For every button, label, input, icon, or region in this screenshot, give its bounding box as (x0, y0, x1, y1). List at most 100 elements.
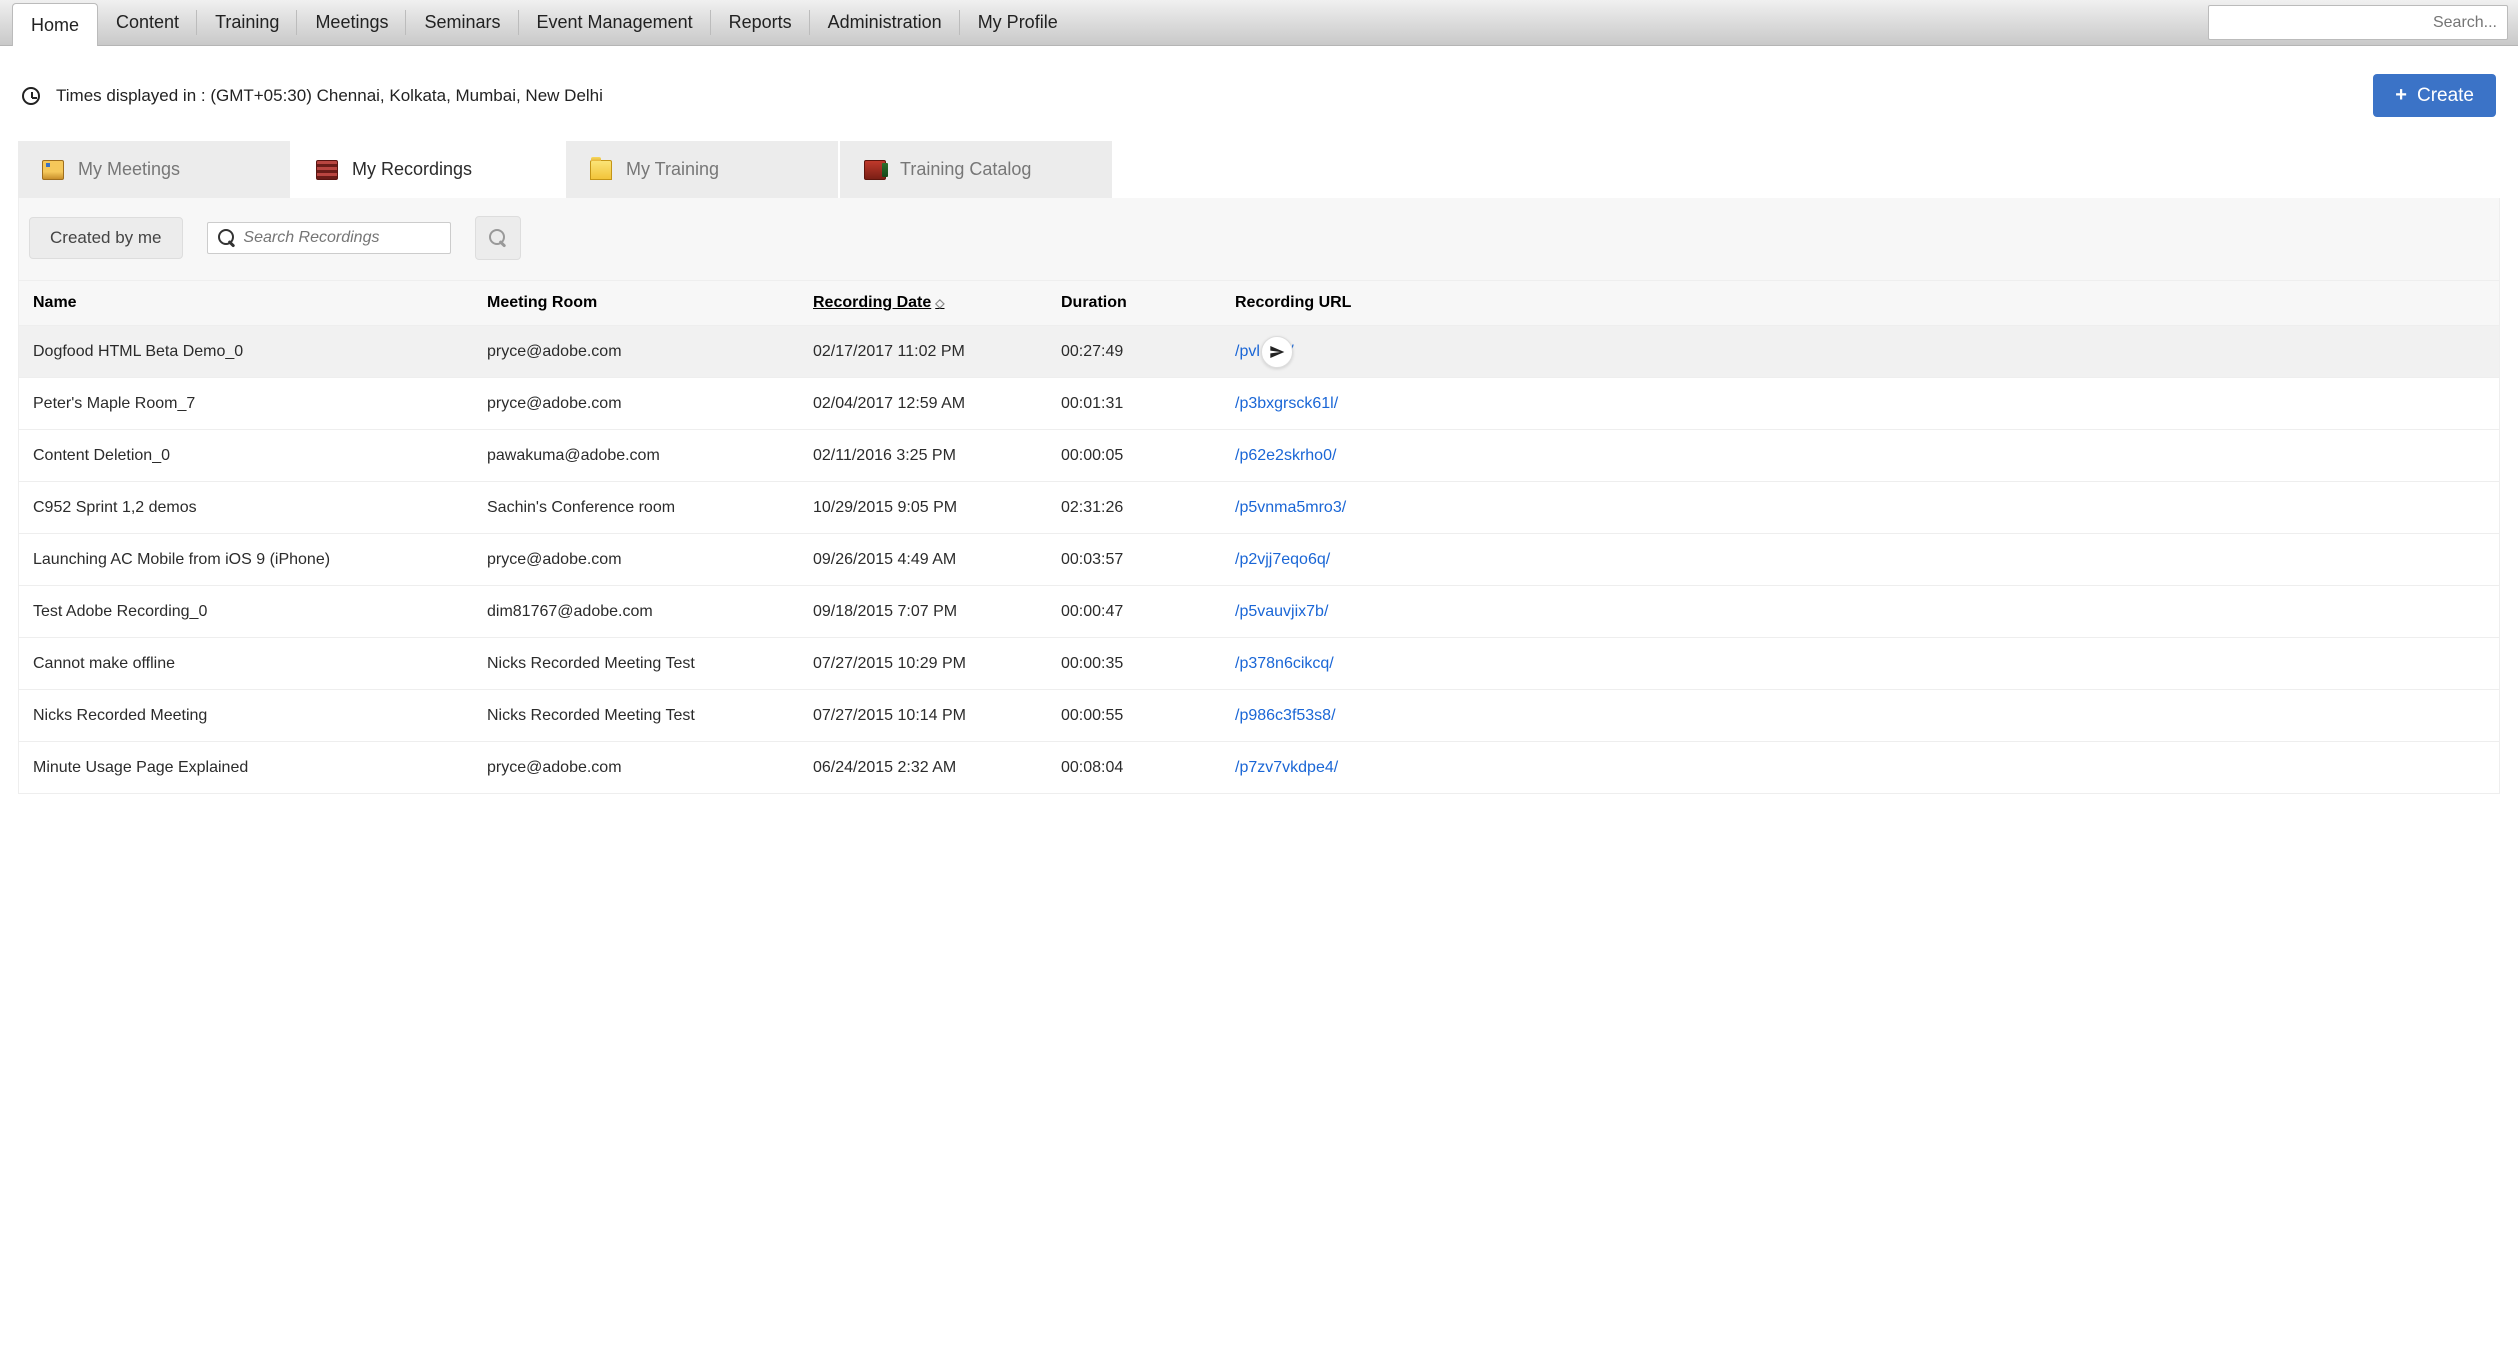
table-header: Name Meeting Room Recording Date ◇ Durat… (19, 281, 2499, 325)
training-icon (590, 160, 612, 180)
recording-url-link[interactable]: /p7zv7vkdpe4/ (1235, 759, 1338, 776)
recordings-table: Name Meeting Room Recording Date ◇ Durat… (18, 281, 2500, 794)
cell-duration: 00:08:04 (1061, 759, 1235, 777)
meetings-icon (42, 160, 64, 180)
tab-label: My Recordings (352, 159, 472, 180)
nav-item-seminars[interactable]: Seminars (406, 0, 518, 45)
cell-recording-url: /p378n6cikcq/ (1235, 655, 2485, 673)
cell-duration: 00:03:57 (1061, 551, 1235, 569)
cell-duration: 00:00:35 (1061, 655, 1235, 673)
recordings-search-wrap (207, 222, 451, 254)
paper-plane-icon (1269, 344, 1285, 360)
top-nav-items: HomeContentTrainingMeetingsSeminarsEvent… (0, 0, 1076, 45)
clock-icon (22, 87, 40, 105)
cell-recording-date: 09/18/2015 7:07 PM (813, 603, 1061, 621)
cell-duration: 00:00:55 (1061, 707, 1235, 725)
recording-url-link[interactable]: /p378n6cikcq/ (1235, 655, 1334, 672)
nav-item-training[interactable]: Training (197, 0, 297, 45)
cell-recording-url: /pvl oitx/ (1235, 343, 2485, 361)
cell-meeting-room: Nicks Recorded Meeting Test (487, 707, 813, 725)
recordings-icon (316, 160, 338, 180)
tab-my-training[interactable]: My Training (566, 141, 840, 198)
cell-meeting-room: pryce@adobe.com (487, 759, 813, 777)
col-meeting-room[interactable]: Meeting Room (487, 294, 813, 312)
recordings-search-input[interactable] (243, 229, 439, 247)
cell-recording-url: /p986c3f53s8/ (1235, 707, 2485, 725)
cell-name: Test Adobe Recording_0 (33, 603, 487, 621)
search-icon (489, 229, 507, 247)
cell-recording-url: /p5vauvjix7b/ (1235, 603, 2485, 621)
top-nav: HomeContentTrainingMeetingsSeminarsEvent… (0, 0, 2518, 46)
table-row[interactable]: Peter's Maple Room_7pryce@adobe.com02/04… (19, 377, 2499, 429)
table-row[interactable]: Nicks Recorded MeetingNicks Recorded Mee… (19, 689, 2499, 741)
cell-name: Cannot make offline (33, 655, 487, 673)
cell-recording-url: /p5vnma5mro3/ (1235, 499, 2485, 517)
nav-item-event-management[interactable]: Event Management (519, 0, 711, 45)
table-row[interactable]: Test Adobe Recording_0dim81767@adobe.com… (19, 585, 2499, 637)
tab-label: My Training (626, 159, 719, 180)
cell-recording-date: 02/17/2017 11:02 PM (813, 343, 1061, 361)
nav-item-meetings[interactable]: Meetings (297, 0, 406, 45)
table-row[interactable]: Content Deletion_0pawakuma@adobe.com02/1… (19, 429, 2499, 481)
cell-recording-url: /p62e2skrho0/ (1235, 447, 2485, 465)
cell-name: Minute Usage Page Explained (33, 759, 487, 777)
nav-item-reports[interactable]: Reports (711, 0, 810, 45)
table-row[interactable]: Launching AC Mobile from iOS 9 (iPhone)p… (19, 533, 2499, 585)
global-search-input[interactable] (2208, 5, 2508, 40)
created-by-me-button[interactable]: Created by me (29, 217, 183, 259)
nav-item-administration[interactable]: Administration (810, 0, 960, 45)
cell-meeting-room: Sachin's Conference room (487, 499, 813, 517)
sort-indicator-icon: ◇ (935, 296, 944, 310)
cell-duration: 00:01:31 (1061, 395, 1235, 413)
cell-name: Dogfood HTML Beta Demo_0 (33, 343, 487, 361)
tab-my-meetings[interactable]: My Meetings (18, 141, 292, 198)
recording-url-link[interactable]: /p5vnma5mro3/ (1235, 499, 1346, 516)
table-row[interactable]: C952 Sprint 1,2 demosSachin's Conference… (19, 481, 2499, 533)
table-row[interactable]: Cannot make offlineNicks Recorded Meetin… (19, 637, 2499, 689)
cell-meeting-room: Nicks Recorded Meeting Test (487, 655, 813, 673)
cell-name: Peter's Maple Room_7 (33, 395, 487, 413)
cell-name: C952 Sprint 1,2 demos (33, 499, 487, 517)
cell-recording-url: /p7zv7vkdpe4/ (1235, 759, 2485, 777)
cell-name: Content Deletion_0 (33, 447, 487, 465)
create-button[interactable]: + Create (2373, 74, 2496, 117)
cell-recording-date: 02/04/2017 12:59 AM (813, 395, 1061, 413)
col-duration[interactable]: Duration (1061, 294, 1235, 312)
cell-meeting-room: pryce@adobe.com (487, 343, 813, 361)
cell-duration: 00:00:05 (1061, 447, 1235, 465)
send-action-button[interactable] (1261, 336, 1293, 368)
cell-duration: 02:31:26 (1061, 499, 1235, 517)
recordings-search-go[interactable] (475, 216, 521, 260)
subhead-bar: Times displayed in : (GMT+05:30) Chennai… (0, 46, 2518, 141)
nav-item-my-profile[interactable]: My Profile (960, 0, 1076, 45)
col-recording-date[interactable]: Recording Date ◇ (813, 294, 1061, 312)
cell-recording-date: 07/27/2015 10:14 PM (813, 707, 1061, 725)
col-recording-url[interactable]: Recording URL (1235, 294, 2485, 312)
tab-my-recordings[interactable]: My Recordings (292, 141, 566, 198)
recording-url-link[interactable]: /p986c3f53s8/ (1235, 707, 1336, 724)
table-row[interactable]: Minute Usage Page Explainedpryce@adobe.c… (19, 741, 2499, 793)
recording-url-link[interactable]: /p2vjj7eqo6q/ (1235, 551, 1330, 568)
cell-meeting-room: pryce@adobe.com (487, 551, 813, 569)
cell-name: Launching AC Mobile from iOS 9 (iPhone) (33, 551, 487, 569)
col-name[interactable]: Name (33, 294, 487, 312)
tab-label: My Meetings (78, 159, 180, 180)
cell-recording-date: 09/26/2015 4:49 AM (813, 551, 1061, 569)
nav-item-content[interactable]: Content (98, 0, 197, 45)
tab-training-catalog[interactable]: Training Catalog (840, 141, 1112, 198)
cell-duration: 00:00:47 (1061, 603, 1235, 621)
table-row[interactable]: Dogfood HTML Beta Demo_0pryce@adobe.com0… (19, 325, 2499, 377)
cell-recording-date: 02/11/2016 3:25 PM (813, 447, 1061, 465)
recording-url-link[interactable]: /p5vauvjix7b/ (1235, 603, 1328, 620)
cell-meeting-room: pryce@adobe.com (487, 395, 813, 413)
nav-item-home[interactable]: Home (12, 3, 98, 46)
cell-recording-date: 10/29/2015 9:05 PM (813, 499, 1061, 517)
search-icon (218, 229, 234, 247)
catalog-icon (864, 160, 886, 180)
timezone-text: Times displayed in : (GMT+05:30) Chennai… (56, 86, 603, 106)
recording-url-link[interactable]: /p62e2skrho0/ (1235, 447, 1336, 464)
table-body: Dogfood HTML Beta Demo_0pryce@adobe.com0… (19, 325, 2499, 793)
recording-url-link[interactable]: /p3bxgrsck61l/ (1235, 395, 1338, 412)
cell-recording-date: 06/24/2015 2:32 AM (813, 759, 1061, 777)
create-button-label: Create (2417, 85, 2474, 107)
